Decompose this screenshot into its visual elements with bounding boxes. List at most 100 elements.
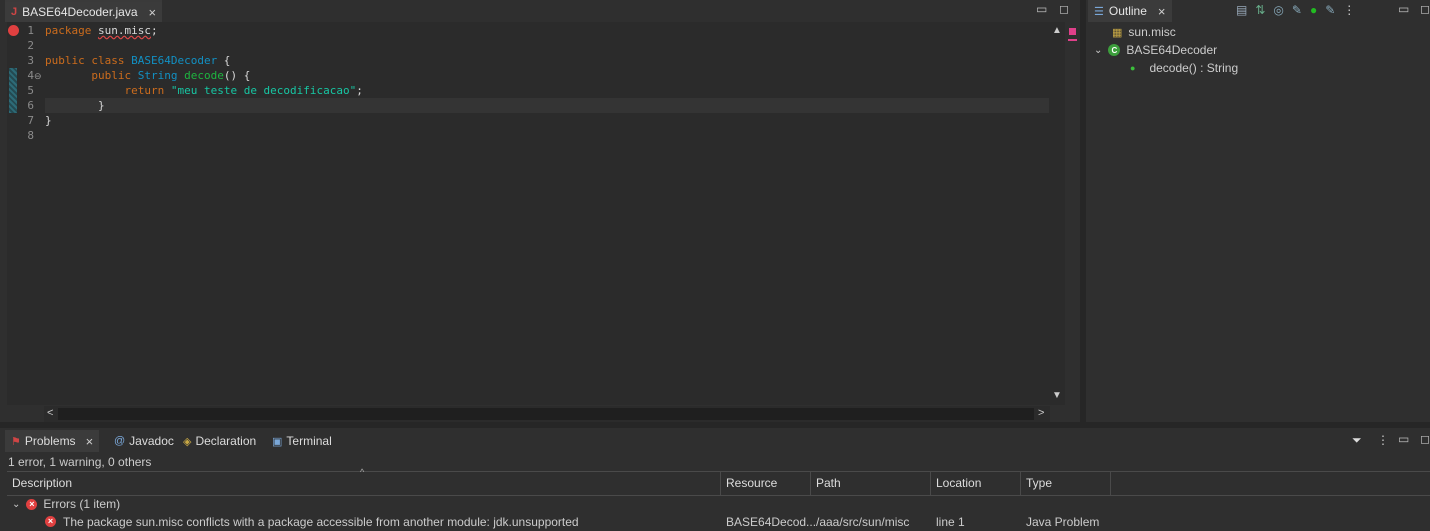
scroll-down-icon[interactable]: ▼ — [1052, 390, 1062, 401]
code-token: String — [137, 69, 185, 82]
line-number: 5 — [27, 84, 34, 97]
column-path[interactable]: Path — [811, 472, 931, 495]
error-icon: × — [26, 498, 38, 510]
minimize-bottom-icon[interactable]: ▭ — [1398, 432, 1409, 446]
view-menu-icon[interactable]: ⋮ — [1343, 3, 1355, 17]
chevron-down-icon[interactable]: ⌄ — [12, 499, 20, 510]
problem-path: /aaa/src/sun/misc — [816, 515, 910, 529]
editor-tab-base64decoder[interactable]: J BASE64Decoder.java × — [5, 0, 163, 22]
javadoc-icon: @ — [114, 435, 126, 447]
code-token: } — [45, 114, 52, 127]
problem-resource: BASE64Decod... — [726, 515, 817, 529]
code-token: { — [217, 54, 231, 67]
outline-item-label: BASE64Decoder — [1126, 43, 1218, 57]
maximize-outline-icon[interactable]: ◻ — [1420, 2, 1430, 16]
close-icon[interactable]: × — [86, 435, 94, 448]
view-menu-icon[interactable]: ⋮ — [1377, 433, 1389, 447]
problems-table-header: Description Resource Path Location Type — [7, 471, 1430, 496]
problem-description: The package sun.misc conflicts with a pa… — [63, 515, 579, 529]
code-token: public class — [45, 54, 132, 67]
close-icon[interactable]: × — [1158, 5, 1166, 18]
code-line[interactable]: } — [45, 114, 52, 127]
scroll-left-icon[interactable]: < — [47, 407, 53, 419]
code-token: decode — [184, 69, 224, 82]
minimize-editor-icon[interactable]: ▭ — [1036, 2, 1047, 16]
outline-item-method[interactable]: ● decode() : String — [1130, 61, 1238, 75]
problems-icon: ⚑ — [11, 435, 21, 448]
problems-summary: 1 error, 1 warning, 0 others — [8, 455, 152, 469]
line-number: 2 — [27, 39, 34, 52]
vertical-scrollbar[interactable]: ▲ ▼ — [1049, 22, 1065, 405]
maximize-bottom-icon[interactable]: ◻ — [1420, 432, 1430, 446]
tab-label: Terminal — [286, 434, 332, 448]
package-icon: ▦ — [1112, 26, 1123, 39]
tab-declaration[interactable]: ◈ Declaration — [183, 430, 256, 452]
code-line[interactable]: } — [45, 99, 105, 112]
sort-indicator-icon: ^ — [360, 467, 365, 477]
chevron-down-icon[interactable]: ⌄ — [1094, 45, 1102, 56]
public-method-icon: ● — [1130, 63, 1136, 73]
overview-ruler[interactable] — [1065, 22, 1079, 405]
java-file-icon: J — [11, 6, 18, 18]
code-token: return — [45, 84, 171, 97]
hide-nonpublic-icon[interactable]: ● — [1310, 3, 1317, 17]
error-annotation-marker[interactable] — [1068, 39, 1077, 41]
outline-item-package[interactable]: ▦ sun.misc — [1112, 25, 1176, 39]
outline-toolbar: ▤ ⇅ ◎ ✎ ● ✎ ⋮ — [1236, 3, 1355, 17]
class-icon: C — [1108, 44, 1121, 56]
problem-location: line 1 — [936, 515, 965, 529]
scroll-right-icon[interactable]: > — [1038, 407, 1044, 419]
scroll-up-icon[interactable]: ▲ — [1052, 25, 1062, 36]
code-token: package — [45, 24, 98, 37]
tab-problems[interactable]: ⚑ Problems × — [5, 430, 100, 452]
code-line[interactable]: public String decode() { — [45, 69, 250, 82]
outline-icon: ☰ — [1094, 5, 1104, 18]
tab-label: Javadoc — [129, 434, 174, 448]
current-line-highlight — [45, 98, 1049, 113]
editor-tab-label: BASE64Decoder.java — [22, 5, 138, 19]
hide-fields-icon[interactable]: ◎ — [1273, 3, 1283, 17]
outline-item-label: sun.misc — [1128, 25, 1176, 39]
tab-label: Problems — [24, 434, 76, 448]
line-number: 7 — [27, 114, 34, 127]
hide-local-types-icon[interactable]: ✎ — [1325, 3, 1335, 17]
outline-item-label: decode() : String — [1149, 61, 1239, 75]
tab-label: Declaration — [195, 434, 257, 448]
tab-javadoc[interactable]: @ Javadoc — [114, 430, 174, 452]
outline-tab[interactable]: ☰ Outline × — [1088, 0, 1172, 22]
column-type[interactable]: Type — [1021, 472, 1111, 495]
close-icon[interactable]: × — [149, 6, 157, 19]
line-number: 1 — [27, 24, 34, 37]
minimize-outline-icon[interactable]: ▭ — [1398, 2, 1409, 16]
sort-icon[interactable]: ⇅ — [1255, 3, 1265, 17]
code-token: BASE64Decoder — [131, 54, 218, 67]
group-label: Errors (1 item) — [43, 497, 121, 511]
code-token: () { — [223, 69, 251, 82]
maximize-editor-icon[interactable]: ◻ — [1059, 2, 1069, 16]
terminal-icon: ▣ — [272, 435, 283, 448]
error-overview-marker[interactable] — [1069, 28, 1076, 35]
line-number: 3 — [27, 54, 34, 67]
code-token: } — [45, 99, 105, 112]
tab-terminal[interactable]: ▣ Terminal — [272, 430, 332, 452]
column-resource[interactable]: Resource — [721, 472, 811, 495]
problem-row[interactable]: × The package sun.misc conflicts with a … — [0, 513, 1430, 531]
error-group-row[interactable]: ⌄ × Errors (1 item) — [12, 497, 120, 511]
fold-icon[interactable]: ⊖ — [34, 71, 42, 82]
line-number: 8 — [27, 129, 34, 142]
line-number: 4 — [27, 69, 34, 82]
outline-tab-label: Outline — [1108, 4, 1147, 18]
code-token: "meu teste de decodificacao" — [170, 84, 357, 97]
outline-item-class[interactable]: ⌄ C BASE64Decoder — [1094, 43, 1217, 57]
code-token: public — [45, 69, 138, 82]
code-line[interactable]: package sun.misc; — [45, 24, 158, 37]
hide-static-icon[interactable]: ✎ — [1292, 3, 1302, 17]
problem-type: Java Problem — [1026, 515, 1100, 529]
column-location[interactable]: Location — [931, 472, 1021, 495]
horizontal-scroll-thumb[interactable] — [58, 408, 1034, 420]
code-token: ; — [150, 24, 158, 37]
collapse-all-icon[interactable]: ▤ — [1236, 3, 1247, 17]
code-line[interactable]: return "meu teste de decodificacao"; — [45, 84, 362, 97]
code-line[interactable]: public class BASE64Decoder { — [45, 54, 230, 67]
filter-icon[interactable]: ⏷ — [1352, 433, 1362, 448]
